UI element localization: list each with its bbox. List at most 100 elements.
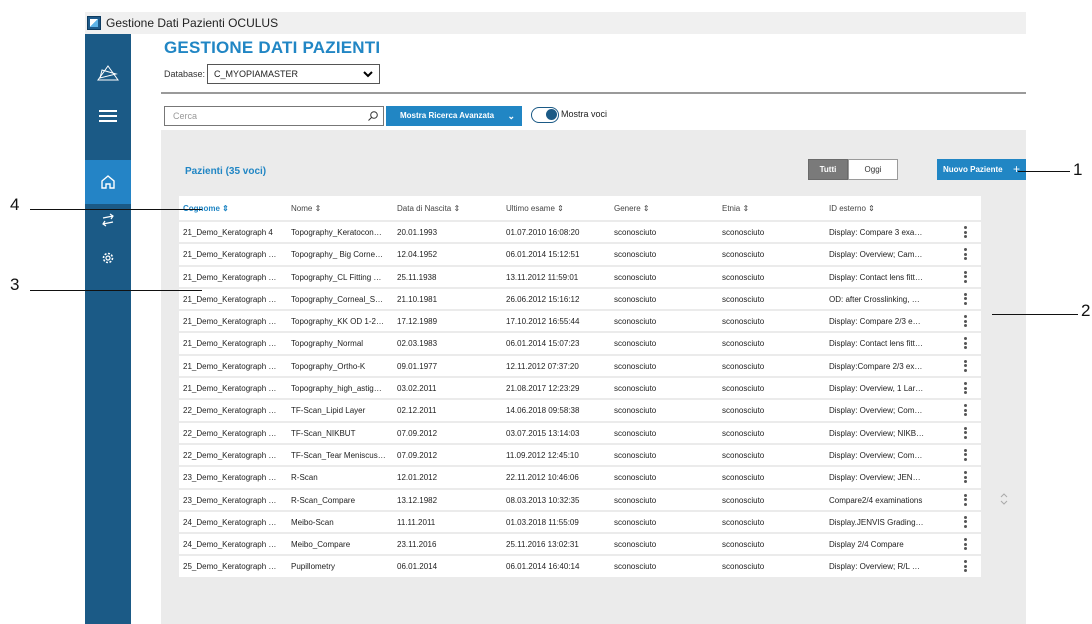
new-patient-button[interactable]: Nuovo Paziente + [937, 159, 1026, 180]
gear-icon [102, 252, 114, 264]
filter-all-button[interactable]: Tutti [808, 159, 848, 180]
oculus-logo-icon [97, 65, 119, 81]
table-cell: 14.06.2018 09:58:38 [506, 406, 580, 416]
sort-icon: ⇕ [554, 204, 564, 213]
table-cell: TF-Scan_Tear Meniscus… [291, 450, 386, 460]
column-header-label: Genere [614, 204, 641, 213]
column-header-label: Etnia [722, 204, 741, 213]
chevron-down-icon: ⌄ [507, 111, 515, 121]
settings-button[interactable] [85, 236, 131, 280]
show-entries-toggle[interactable] [531, 107, 559, 123]
main-content: GESTIONE DATI PAZIENTI Database: C_MYOPI… [131, 34, 1026, 624]
header-divider [161, 92, 1026, 94]
table-cell: 23_Demo_Keratograph … [183, 473, 277, 483]
table-row[interactable]: 22_Demo_Keratograph … TF-Scan_Tear Menisc… [179, 442, 981, 466]
table-cell: sconosciuto [722, 495, 765, 505]
row-menu-icon[interactable] [964, 515, 968, 529]
row-menu-icon[interactable] [964, 560, 968, 573]
table-row[interactable]: 24_Demo_Keratograph … Meibo-Scan 11.11.201… [179, 509, 981, 533]
table-row[interactable]: 24_Demo_Keratograph … Meibo_Compare 23.11.… [179, 532, 981, 555]
database-value: C_MYOPIAMASTER [214, 69, 299, 79]
table-cell: 01.03.2018 11:55:09 [506, 517, 579, 527]
table-cell: sconosciuto [614, 495, 657, 505]
table-cell: 21_Demo_Keratograph … [183, 317, 277, 327]
table-cell: 20.01.1993 [397, 228, 438, 237]
new-patient-label: Nuovo Paziente [943, 165, 1003, 174]
row-menu-icon[interactable] [964, 471, 968, 484]
table-cell: Topography_Normal [291, 339, 364, 349]
table-cell: TF-Scan_Lipid Layer [291, 406, 366, 416]
table-row[interactable]: 23_Demo_Keratograph … R-Scan 12.01.2012 22.… [179, 465, 981, 488]
callout-1-line [1018, 171, 1070, 172]
table-cell: OD: after Crosslinking, … [829, 294, 920, 304]
table-row[interactable]: 21_Demo_Keratograph … Topography_Normal 02… [179, 331, 981, 354]
table-row[interactable]: 21_Demo_Keratograph … Topography_Ortho-K 0… [179, 353, 981, 377]
sort-icon: ⇕ [312, 204, 322, 213]
row-menu-icon[interactable] [964, 426, 968, 440]
callout-4: 4 [10, 195, 20, 214]
table-cell: sconosciuto [722, 361, 765, 371]
column-header[interactable]: Ultimo esame ⇕ [506, 204, 564, 213]
table-cell: Display: Overview, 1 Lar… [829, 384, 924, 394]
table-cell: Display: Overview; R/L … [829, 562, 920, 572]
table-cell: 23_Demo_Keratograph … [183, 495, 277, 505]
table-row[interactable]: 22_Demo_Keratograph … TF-Scan_Lipid Layer… [179, 398, 981, 421]
table-row[interactable]: 21_Demo_Keratograph 4 Topography_Keratoco… [179, 220, 981, 243]
row-menu-icon[interactable] [964, 359, 968, 373]
stage: Gestione Dati Pazienti OCULUS GESTIONE D… [0, 0, 1092, 624]
table-cell: 21_Demo_Keratograph … [183, 250, 277, 260]
menu-button[interactable] [85, 94, 131, 138]
table-cell: 25_Demo_Keratograph … [183, 562, 277, 572]
row-menu-icon[interactable] [964, 248, 968, 261]
table-row[interactable]: 21_Demo_Keratograph … Topography_high_ast… [179, 376, 981, 399]
row-menu-icon[interactable] [964, 337, 968, 350]
table-row[interactable]: 23_Demo_Keratograph … R-Scan_Compare 13.12… [179, 487, 981, 510]
column-header[interactable]: ID esterno ⇕ [829, 204, 875, 213]
callout-2: 2 [1081, 301, 1091, 320]
table-cell: Topography_ Big Corne… [291, 250, 384, 260]
row-menu-icon[interactable] [964, 315, 968, 328]
table-row[interactable]: 21_Demo_Keratograph … Topography_CL Fitti… [179, 264, 981, 287]
table-cell: sconosciuto [614, 517, 657, 527]
row-menu-icon[interactable] [964, 404, 968, 417]
hamburger-icon [99, 110, 117, 122]
row-menu-icon[interactable] [964, 292, 968, 306]
table-cell: Topography_KK OD 1-2… [291, 317, 384, 327]
filter-today-button[interactable]: Oggi [848, 159, 898, 180]
table-row[interactable]: 25_Demo_Keratograph … Pupillometry 06.01.2… [179, 554, 981, 577]
table-cell: 12.04.1952 [397, 250, 438, 260]
column-header[interactable]: Etnia ⇕ [722, 204, 749, 213]
scroll-indicator-icon[interactable] [999, 492, 1009, 506]
table-cell: 17.10.2012 16:55:44 [506, 317, 580, 327]
column-header[interactable]: Nome ⇕ [291, 204, 321, 213]
table-cell: sconosciuto [614, 428, 657, 438]
table-cell: sconosciuto [722, 294, 765, 304]
table-cell: sconosciuto [614, 294, 657, 304]
table-cell: sconosciuto [614, 361, 657, 371]
table-cell: 06.01.2014 15:07:23 [506, 339, 580, 349]
table-cell: Topography_high_astig… [291, 384, 382, 394]
table-cell: 21_Demo_Keratograph … [183, 361, 277, 371]
row-menu-icon[interactable] [964, 538, 968, 551]
row-menu-icon[interactable] [964, 448, 968, 462]
row-menu-icon[interactable] [964, 270, 968, 284]
table-row[interactable]: 22_Demo_Keratograph … TF-Scan_NIKBUT 07.09… [179, 420, 981, 443]
row-menu-icon[interactable] [964, 382, 968, 395]
table-row[interactable]: 21_Demo_Keratograph … Topography_Corneal_… [179, 286, 981, 310]
row-menu-icon[interactable] [964, 493, 968, 507]
table-cell: sconosciuto [614, 540, 657, 550]
table-cell: Pupillometry [291, 562, 336, 572]
sidebar-logo[interactable] [85, 52, 131, 96]
table-cell: Topography_Keratocon… [291, 228, 382, 237]
row-menu-icon[interactable] [964, 226, 968, 239]
column-header[interactable]: Data di Nascita ⇕ [397, 204, 460, 213]
search-input[interactable]: Cerca [164, 106, 384, 126]
table-cell: Display:Compare 2/3 ex… [829, 361, 923, 371]
table-cell: Display: Contact lens fitt… [829, 272, 923, 282]
advanced-search-button[interactable]: Mostra Ricerca Avanzata ⌄ [386, 106, 522, 126]
table-row[interactable]: 21_Demo_Keratograph … Topography_ Big Cor… [179, 242, 981, 265]
table-header: Cognome ⇕Nome ⇕Data di Nascita ⇕Ultimo e… [179, 196, 981, 220]
table-row[interactable]: 21_Demo_Keratograph … Topography_KK OD 1-… [179, 309, 981, 332]
database-select[interactable]: C_MYOPIAMASTER [207, 64, 380, 84]
column-header[interactable]: Genere ⇕ [614, 204, 650, 213]
